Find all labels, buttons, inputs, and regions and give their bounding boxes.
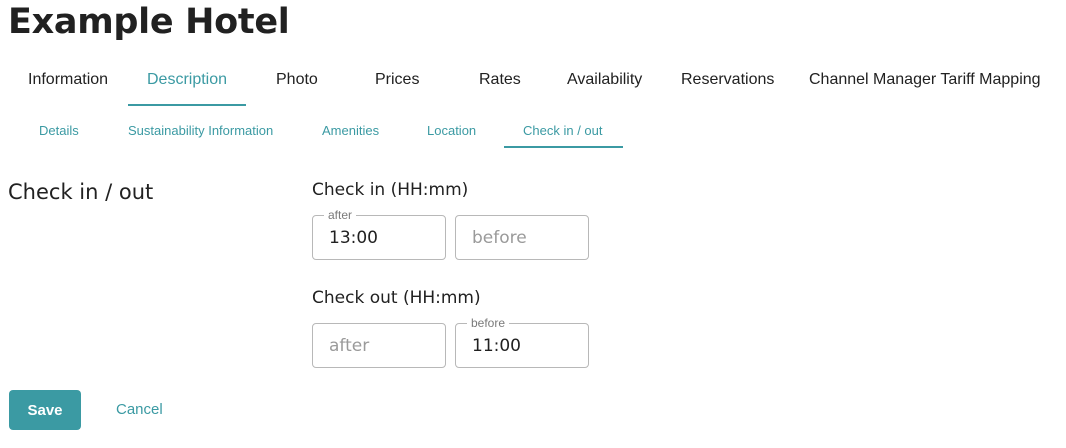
active-tab-indicator [128,104,246,106]
tab-information[interactable]: Information [28,70,108,90]
tab-channel-manager-tariff-mapping[interactable]: Channel Manager Tariff Mapping [809,70,1041,90]
tab-reservations[interactable]: Reservations [681,70,774,90]
save-button[interactable]: Save [9,390,81,430]
check-in-after-label: after [324,208,357,222]
active-subtab-indicator [504,146,623,148]
check-out-before-label: before [467,316,510,330]
check-out-after-input[interactable] [329,336,439,356]
tab-photo[interactable]: Photo [276,70,318,90]
subtab-check-in-out[interactable]: Check in / out [523,122,603,140]
check-out-after-field [312,323,446,368]
tab-prices[interactable]: Prices [375,70,419,90]
tab-description[interactable]: Description [147,70,227,90]
subtab-amenities[interactable]: Amenities [322,122,379,140]
check-out-before-field: before [455,316,589,368]
check-in-before-input[interactable] [472,228,582,248]
page-title: Example Hotel [8,2,290,42]
subtab-details[interactable]: Details [39,122,79,140]
check-in-before-field [455,215,589,260]
tab-rates[interactable]: Rates [479,70,521,90]
check-out-label: Check out (HH:mm) [312,288,481,308]
check-in-after-field: after [312,208,446,260]
subtab-location[interactable]: Location [427,122,476,140]
check-in-after-input[interactable] [329,228,439,248]
subtab-sustainability-information[interactable]: Sustainability Information [128,122,273,140]
check-out-before-input[interactable] [472,336,582,356]
section-heading: Check in / out [8,180,154,204]
tab-availability[interactable]: Availability [567,70,642,90]
check-in-label: Check in (HH:mm) [312,180,469,200]
cancel-button[interactable]: Cancel [110,390,169,430]
